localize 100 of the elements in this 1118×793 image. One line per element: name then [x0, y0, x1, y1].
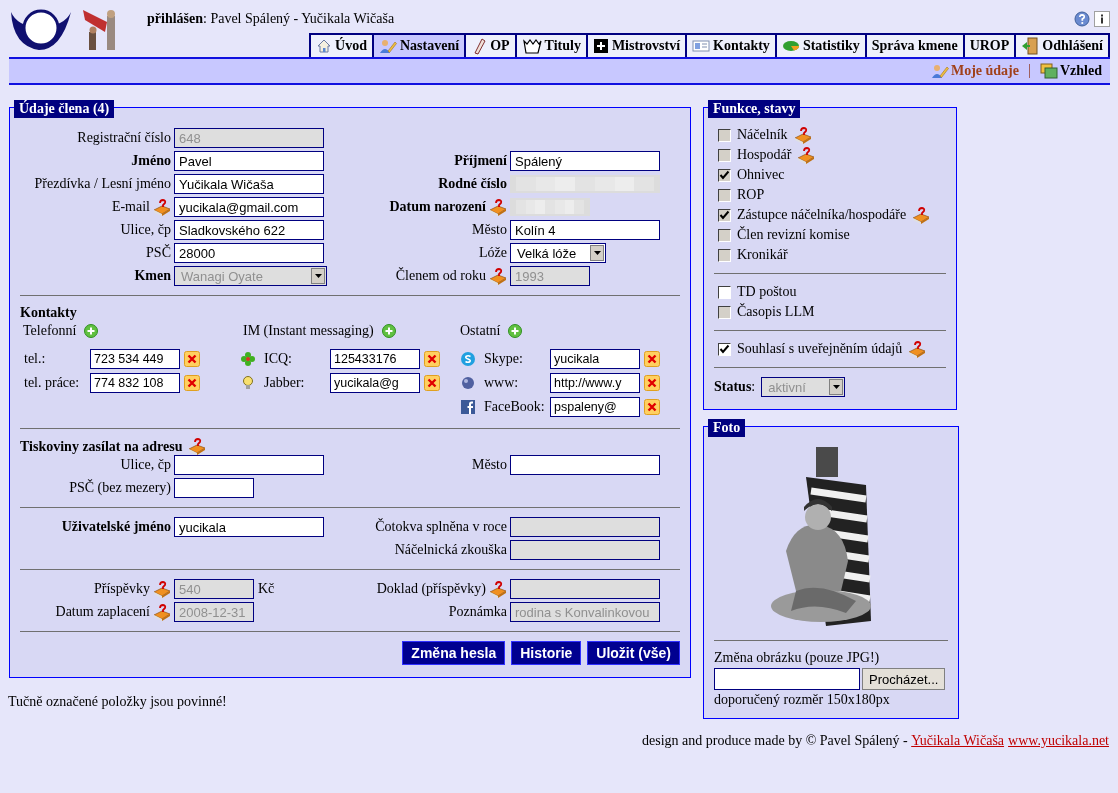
delete-icon[interactable]: [644, 351, 660, 367]
panel-title: Údaje člena (4): [14, 100, 115, 118]
add-icon[interactable]: [381, 324, 396, 338]
checkbox-label: Ohnivec: [737, 167, 785, 183]
delete-icon[interactable]: [424, 351, 440, 367]
field-label: Město: [472, 457, 507, 473]
text-field[interactable]: Kolín 4: [510, 220, 660, 240]
text-field[interactable]: http://www.y: [550, 373, 640, 393]
nav-tab[interactable]: Mistrovství: [585, 33, 688, 57]
checkbox[interactable]: [718, 342, 731, 356]
nav-tab[interactable]: UROP: [962, 33, 1017, 57]
field-label: Čotokva splněna v roce: [375, 519, 507, 535]
delete-icon[interactable]: [644, 375, 660, 391]
contact-label: tel. práce:: [23, 375, 81, 391]
contact-label: www:: [483, 375, 520, 391]
text-field[interactable]: yucikala: [174, 517, 324, 537]
delete-icon[interactable]: [184, 375, 200, 391]
facebook-icon: [460, 399, 476, 415]
text-field[interactable]: 774 832 108: [90, 373, 180, 393]
text-field[interactable]: yucikala@g: [330, 373, 420, 393]
checkbox-label: Časopis LLM: [737, 304, 815, 320]
globe-icon: [460, 375, 476, 391]
text-field[interactable]: yucikala: [550, 349, 640, 369]
checkbox-label: Hospodář: [737, 147, 792, 163]
checkbox-label: TD poštou: [737, 284, 797, 300]
field-label: Datum zaplacení: [55, 604, 150, 620]
text-field[interactable]: Pavel: [174, 151, 324, 171]
footer-link[interactable]: www.yucikala.net: [1008, 733, 1109, 749]
add-icon[interactable]: [508, 324, 523, 338]
contact-label: tel.:: [23, 351, 47, 367]
field-label: Registrační číslo: [77, 130, 171, 146]
text-field[interactable]: [174, 455, 324, 475]
required-note: Tučně označené položky jsou povinné!: [8, 694, 228, 710]
text-field[interactable]: yucikala@gmail.com: [174, 197, 324, 217]
checkbox-label: Zástupce náčelníka/hospodáře: [737, 207, 907, 223]
field-label: Členem od roku: [395, 268, 486, 284]
caret-icon: [311, 268, 325, 284]
login-info: přihlášen: Pavel Spálený - Yučikala Wičaša: [147, 11, 395, 27]
sub-nav-link[interactable]: Moje údaje: [930, 63, 1019, 79]
field-label: Status:: [714, 379, 756, 395]
checkbox[interactable]: [718, 285, 731, 299]
card-icon: [692, 39, 711, 53]
nav-tab[interactable]: Odhlášení: [1014, 33, 1110, 57]
action-button[interactable]: Uložit (vše): [587, 641, 680, 665]
sub-nav-link[interactable]: Vzhled: [1040, 63, 1102, 79]
text-field[interactable]: pspaleny@: [550, 397, 640, 417]
upload-label: Změna obrázku (pouze JPG!): [714, 650, 881, 666]
help-icon[interactable]: [908, 340, 927, 358]
nav-tab[interactable]: Tituly: [514, 33, 588, 57]
field-label: Ulice, čp: [120, 222, 171, 238]
house-icon: [316, 38, 333, 54]
contact-label: FaceBook:: [483, 399, 546, 415]
nav-tab[interactable]: Úvod: [309, 33, 374, 57]
field-label: Ulice, čp: [120, 457, 171, 473]
footer-link[interactable]: Yučikala Wičaša: [911, 733, 1005, 749]
flower-icon: [240, 351, 256, 367]
pen-icon: [471, 37, 488, 55]
delete-icon[interactable]: [184, 351, 200, 367]
help-icon[interactable]: [1074, 11, 1090, 27]
text-field[interactable]: Spálený: [510, 151, 660, 171]
help-icon[interactable]: [188, 438, 207, 455]
nav-tab[interactable]: Statistiky: [774, 33, 867, 57]
checkbox-label: Kronikář: [737, 247, 788, 263]
field-label: Jméno: [131, 153, 171, 169]
field-label: Doklad (příspěvky): [376, 581, 486, 597]
file-field[interactable]: [714, 668, 860, 690]
door-icon: [1021, 37, 1040, 55]
nav-tab[interactable]: OP: [464, 33, 517, 57]
action-button[interactable]: Změna hesla: [402, 641, 506, 665]
field-label: Náčelnická zkouška: [394, 542, 507, 558]
delete-icon[interactable]: [424, 375, 440, 391]
plus-square-icon: [592, 38, 609, 54]
help-icon[interactable]: [153, 198, 171, 216]
text-field[interactable]: 28000: [174, 243, 324, 263]
info-icon[interactable]: [1094, 11, 1110, 27]
checkbox-label: Náčelník: [737, 127, 788, 143]
credits-text: design and produce made by © Pavel Spálený -: [642, 733, 909, 749]
text-field[interactable]: [510, 455, 660, 475]
field-label: E-mail: [111, 199, 150, 215]
dropdown[interactable]: Velká lóže: [510, 243, 606, 263]
field-label: Uživatelské jméno: [61, 519, 171, 535]
field-label: Datum narození: [389, 199, 486, 215]
text-field[interactable]: 723 534 449: [90, 349, 180, 369]
text-field[interactable]: Yučikala Wičaša: [174, 174, 324, 194]
caret-icon: [829, 379, 844, 395]
browse-button[interactable]: Procházet...: [862, 668, 946, 690]
nav-tab[interactable]: Správa kmene: [864, 33, 965, 57]
group-title: Ostatní: [460, 323, 501, 339]
action-button[interactable]: Historie: [511, 641, 582, 665]
delete-icon[interactable]: [644, 399, 660, 415]
text-field[interactable]: Sladkovského 622: [174, 220, 324, 240]
text-field[interactable]: 125433176: [330, 349, 420, 369]
text-field[interactable]: [174, 478, 254, 498]
nav-tab[interactable]: Kontakty: [685, 33, 777, 57]
field-label: PSČ (bez mezery): [69, 480, 171, 496]
caret-icon: [590, 245, 604, 261]
contact-label: ICQ:: [263, 351, 293, 367]
nav-tab[interactable]: Nastavení: [372, 33, 467, 57]
crown-icon: [521, 38, 542, 54]
add-icon[interactable]: [84, 324, 99, 338]
